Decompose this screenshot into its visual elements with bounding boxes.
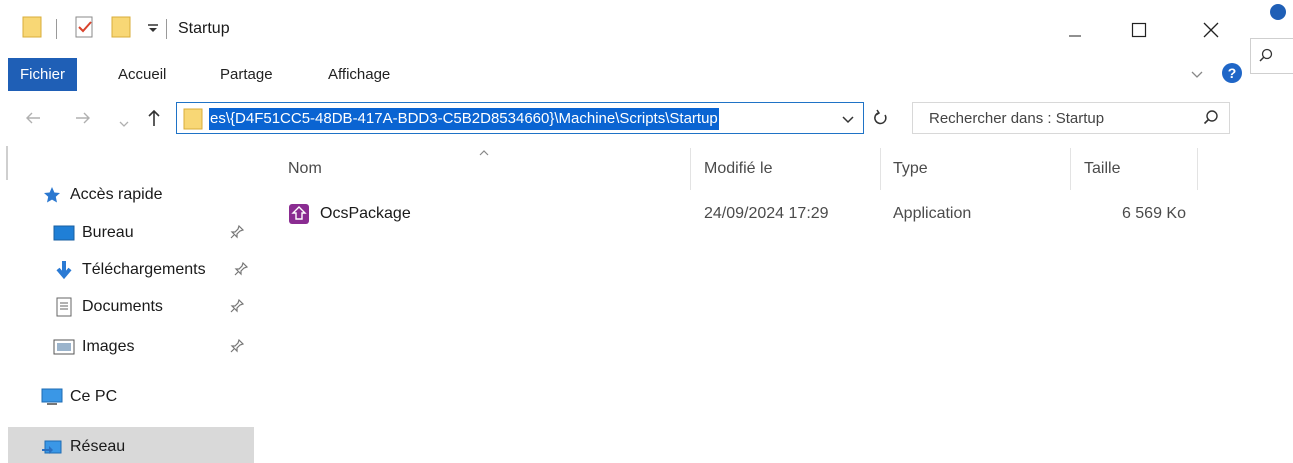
nav-documents[interactable]: Documents xyxy=(52,292,163,322)
window-title: Startup xyxy=(178,20,230,37)
column-header-type[interactable]: Type xyxy=(893,160,928,178)
tab-accueil[interactable]: Accueil xyxy=(118,58,166,92)
tab-affichage[interactable]: Affichage xyxy=(328,58,390,92)
column-separator[interactable] xyxy=(1070,148,1071,190)
new-folder-icon[interactable] xyxy=(110,15,132,43)
nav-label: Images xyxy=(82,338,135,355)
column-header-modified[interactable]: Modifié le xyxy=(704,160,772,178)
nav-label: Ce PC xyxy=(70,388,118,405)
network-icon xyxy=(40,437,64,457)
nav-images[interactable]: Images xyxy=(52,332,134,362)
scroll-indicator xyxy=(6,146,8,180)
download-icon xyxy=(52,260,76,280)
address-path[interactable]: es\{D4F51CC5-48DB-417A-BDD3-C5B2D8534660… xyxy=(209,108,719,130)
expand-ribbon-icon[interactable] xyxy=(1190,68,1204,85)
nav-ce-pc[interactable]: Ce PC xyxy=(40,382,117,412)
close-button[interactable] xyxy=(1188,10,1234,50)
background-window xyxy=(1250,0,1293,463)
file-size: 6 569 Ko xyxy=(1121,205,1186,222)
file-type: Application xyxy=(893,205,972,222)
nav-label: Réseau xyxy=(70,438,126,455)
nav-label: Bureau xyxy=(82,224,134,241)
forward-icon[interactable] xyxy=(74,110,92,131)
tab-fichier[interactable]: Fichier xyxy=(8,58,78,91)
search-icon[interactable] xyxy=(1203,109,1219,129)
column-separator[interactable] xyxy=(690,148,691,190)
nav-label: Accès rapide xyxy=(70,186,163,203)
nav-reseau[interactable]: Réseau xyxy=(40,432,125,462)
address-bar[interactable]: es\{D4F51CC5-48DB-417A-BDD3-C5B2D8534660… xyxy=(176,102,864,134)
file-modified: 24/09/2024 17:29 xyxy=(704,205,829,222)
search-placeholder: Rechercher dans : Startup xyxy=(929,110,1105,127)
customize-toolbar-icon[interactable] xyxy=(146,17,160,41)
pin-icon[interactable] xyxy=(230,338,245,357)
up-icon[interactable] xyxy=(146,108,162,133)
refresh-icon xyxy=(874,109,887,125)
images-icon xyxy=(52,337,76,357)
minimize-button[interactable] xyxy=(1052,10,1098,50)
address-dropdown-icon[interactable] xyxy=(841,113,855,130)
desktop-icon xyxy=(52,223,76,243)
nav-telechargements[interactable]: Téléchargements xyxy=(52,255,252,285)
refresh-button[interactable] xyxy=(866,102,896,134)
ribbon-tabs: Fichier Accueil Partage Affichage ? xyxy=(0,58,1250,94)
help-icon xyxy=(1270,4,1286,20)
folder-icon xyxy=(183,108,203,134)
maximize-button[interactable] xyxy=(1116,10,1162,50)
star-icon xyxy=(40,185,64,205)
nav-bureau[interactable]: Bureau xyxy=(52,218,134,248)
sort-ascending-icon xyxy=(478,144,490,161)
nav-quick-access[interactable]: Accès rapide xyxy=(40,180,163,210)
search-box-fragment xyxy=(1250,38,1293,74)
column-separator[interactable] xyxy=(880,148,881,190)
file-name: OcsPackage xyxy=(320,205,411,222)
column-header-name[interactable]: Nom xyxy=(288,160,322,178)
computer-icon xyxy=(40,387,64,407)
title-bar: Startup xyxy=(0,0,1250,60)
help-icon[interactable]: ? xyxy=(1222,63,1242,83)
back-icon[interactable] xyxy=(24,110,42,131)
divider xyxy=(56,19,57,39)
column-separator[interactable] xyxy=(1197,148,1198,190)
nav-label: Téléchargements xyxy=(82,261,206,278)
tab-partage[interactable]: Partage xyxy=(220,58,273,92)
properties-icon[interactable] xyxy=(74,15,96,43)
divider xyxy=(166,19,167,39)
table-row[interactable]: OcsPackage 24/09/2024 17:29 Application … xyxy=(280,196,1200,232)
column-header-size[interactable]: Taille xyxy=(1084,160,1120,178)
folder-icon xyxy=(22,15,42,43)
pin-icon[interactable] xyxy=(230,298,245,317)
pin-icon[interactable] xyxy=(230,224,245,243)
application-icon xyxy=(288,203,310,229)
search-box[interactable]: Rechercher dans : Startup xyxy=(912,102,1230,134)
recent-locations-icon[interactable] xyxy=(118,113,130,134)
nav-label: Documents xyxy=(82,298,163,315)
documents-icon xyxy=(52,297,76,317)
pin-icon[interactable] xyxy=(234,261,249,280)
